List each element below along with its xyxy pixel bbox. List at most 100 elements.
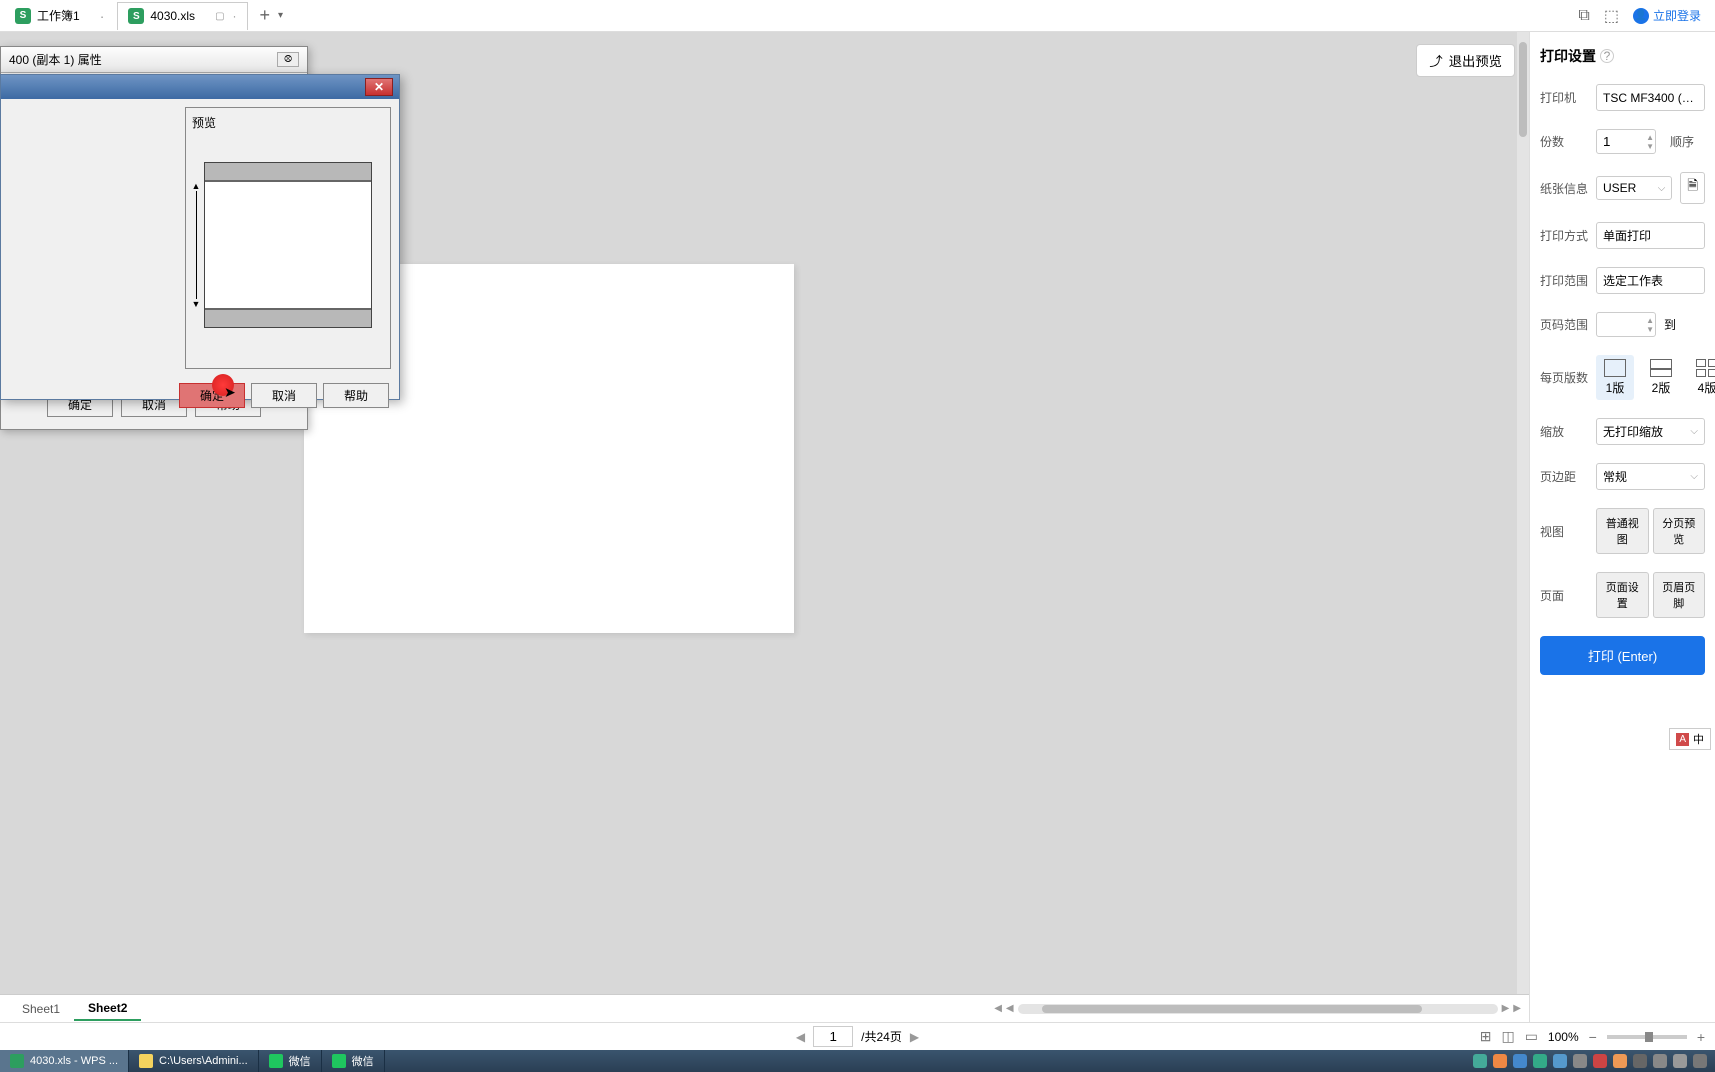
page-setup-button[interactable]: 页面设置 [1596,572,1649,618]
page-input[interactable] [813,1026,853,1047]
scroll-left-icon[interactable]: ◀ [994,1003,1002,1014]
page-label: 页面 [1540,587,1588,604]
tray-icon[interactable] [1693,1054,1707,1068]
prev-page-icon[interactable]: ◀ [796,1030,805,1044]
print-mode-value: 单面打印 [1603,227,1651,244]
scrollbar-thumb[interactable] [1042,1005,1422,1013]
tray-icon[interactable] [1573,1054,1587,1068]
dialog1-close-button[interactable]: ⮾ [277,52,299,67]
print-button[interactable]: 打印 (Enter) [1540,636,1705,675]
tab-menu-icon[interactable]: ▾ [278,10,283,21]
taskbar-wps-label: 4030.xls - WPS ... [30,1055,118,1067]
grid-view-icon[interactable]: ⊞ [1480,1028,1492,1045]
tray-icon[interactable] [1493,1054,1507,1068]
zoom-thumb[interactable] [1645,1032,1653,1042]
layout-1-label: 1版 [1606,379,1625,396]
tray-icon[interactable] [1673,1054,1687,1068]
taskbar-explorer[interactable]: C:\Users\Admini... [129,1050,259,1072]
paper-info-value: USER [1603,181,1636,195]
status-bar: ◀ /共24页 ▶ ⊞ ◫ ▭ 100% − + [0,1022,1715,1050]
tray-icon[interactable] [1653,1054,1667,1068]
system-tray [1465,1054,1715,1068]
scale-label: 缩放 [1540,423,1588,440]
tray-icon[interactable] [1593,1054,1607,1068]
close-icon[interactable]: · [100,8,105,24]
scrollbar-thumb[interactable] [1519,42,1527,137]
print-range-select[interactable]: 选定工作表 [1596,267,1705,294]
document-tabs: S 工作簿1 · S 4030.xls ▢ · + ▾ ⧉ ⬚ 👤 立即登录 [0,0,1715,32]
spinner-down-icon[interactable]: ▼ [1646,325,1654,334]
box-icon[interactable]: ⬚ [1604,6,1619,26]
page-view-icon[interactable]: ▭ [1525,1028,1538,1045]
tray-icon[interactable] [1513,1054,1527,1068]
tray-icon[interactable] [1473,1054,1487,1068]
page-break-button[interactable]: 分页预览 [1653,508,1706,554]
next-page-icon[interactable]: ▶ [910,1030,919,1044]
help-icon[interactable]: ? [1600,49,1614,63]
zoom-out-icon[interactable]: − [1589,1029,1597,1045]
layout-4-icon [1696,359,1715,377]
page-range-label: 页码范围 [1540,316,1588,333]
split-view-icon[interactable]: ◫ [1501,1028,1514,1045]
exit-icon: ⤴ [1429,51,1442,70]
layout-2[interactable]: 2版 [1642,355,1680,400]
header-footer-button[interactable]: 页眉页脚 [1653,572,1706,618]
tab-workbook1[interactable]: S 工作簿1 · [4,2,115,30]
taskbar-explorer-label: C:\Users\Admini... [159,1055,248,1067]
spinner-up-icon[interactable]: ▲ [1646,133,1654,142]
label-preview-dialog: ✕ 预览 确定 取消 帮助 [0,74,400,400]
printer-select[interactable]: TSC MF3400 (副本 1) [1596,84,1705,111]
tab-label: 工作簿1 [37,7,80,24]
normal-view-button[interactable]: 普通视图 [1596,508,1649,554]
tray-icon[interactable] [1533,1054,1547,1068]
sheet-tab-1[interactable]: Sheet1 [8,998,74,1020]
sheet-tab-2[interactable]: Sheet2 [74,997,141,1021]
tray-icon[interactable] [1613,1054,1627,1068]
exit-preview-button[interactable]: ⤴ 退出预览 [1416,44,1515,77]
d2-close-button[interactable]: ✕ [365,78,393,96]
layout-icon[interactable]: ⧉ [1578,7,1589,25]
print-mode-select[interactable]: 单面打印 [1596,222,1705,249]
chevron-down-icon: ⌵ [1658,183,1666,194]
horizontal-scrollbar[interactable] [1018,1004,1498,1014]
paper-info-select[interactable]: USER ⌵ [1596,176,1672,200]
scale-select[interactable]: 无打印缩放 ⌵ [1596,418,1705,445]
panel-title: 打印设置 [1540,46,1596,66]
margin-select[interactable]: 常规 ⌵ [1596,463,1705,490]
login-button[interactable]: 👤 立即登录 [1633,7,1701,24]
margin-label: 页边距 [1540,468,1588,485]
lang-icon: A [1676,733,1689,746]
paper-settings-button[interactable]: 🗎 [1680,172,1705,204]
tray-icon[interactable] [1553,1054,1567,1068]
order-label: 顺序 [1670,133,1694,150]
scroll-right-icon[interactable]: ▶ [1502,1003,1510,1014]
spinner-down-icon[interactable]: ▼ [1646,142,1654,151]
d2-help-button[interactable]: 帮助 [323,383,389,408]
chevron-down-icon: ⌵ [1690,426,1698,437]
layout-1-icon [1604,359,1626,377]
taskbar-wechat-1[interactable]: 微信 [259,1050,322,1072]
new-tab-button[interactable]: + [260,5,271,26]
scroll-left-end-icon[interactable]: ◀ [1006,1003,1014,1014]
layout-1[interactable]: 1版 [1596,355,1634,400]
tray-icon[interactable] [1633,1054,1647,1068]
print-settings-panel: 打印设置 ? 打印机 TSC MF3400 (副本 1) 份数 ▲ ▼ 顺序 纸… [1529,32,1715,1022]
layout-4[interactable]: 4版 [1688,355,1715,400]
vertical-scrollbar[interactable] [1517,32,1529,1022]
spreadsheet-icon: S [128,8,144,24]
taskbar-wechat-label: 微信 [352,1053,374,1069]
layout-2-label: 2版 [1652,379,1671,396]
zoom-slider[interactable] [1607,1035,1687,1039]
language-indicator[interactable]: A 中 [1669,728,1711,750]
d2-cancel-button[interactable]: 取消 [251,383,317,408]
scroll-right-end-icon[interactable]: ▶ [1513,1003,1521,1014]
spinner-up-icon[interactable]: ▲ [1646,316,1654,325]
tab-4030[interactable]: S 4030.xls ▢ · [117,2,247,30]
taskbar-wps[interactable]: 4030.xls - WPS ... [0,1050,129,1072]
taskbar-wechat-2[interactable]: 微信 [322,1050,385,1072]
close-icon[interactable]: · [233,9,237,23]
view-label: 视图 [1540,523,1588,540]
wechat-icon [332,1054,346,1068]
wechat-icon [269,1054,283,1068]
zoom-in-icon[interactable]: + [1697,1029,1705,1045]
